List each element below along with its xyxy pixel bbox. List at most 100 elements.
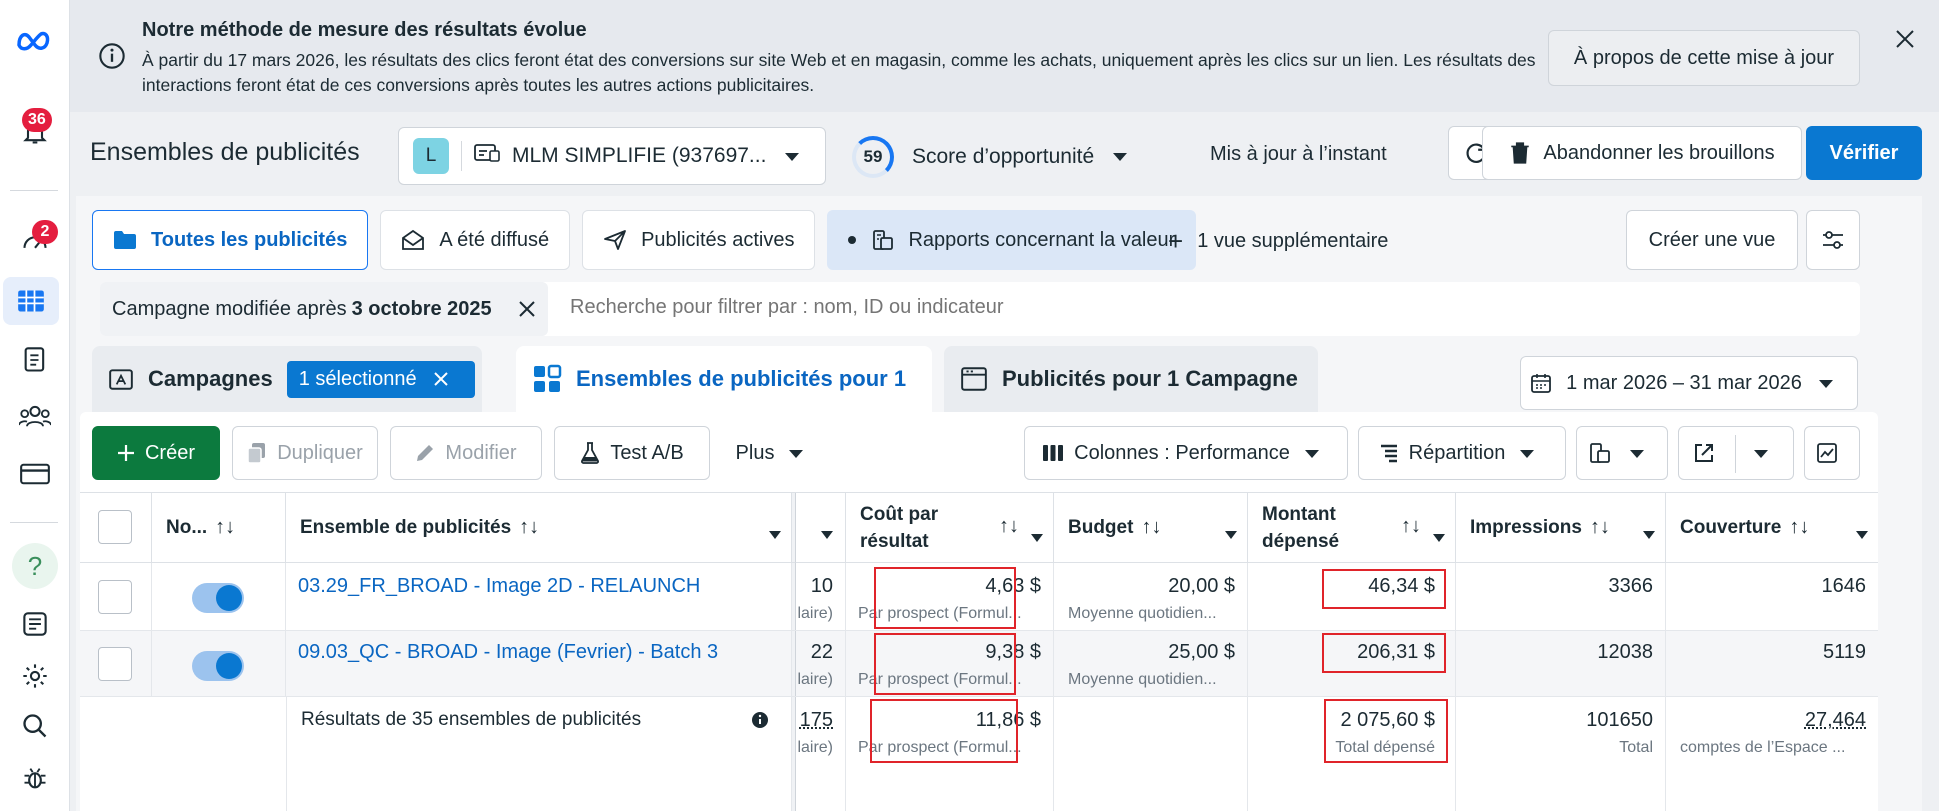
view-delivered[interactable]: A été diffusé bbox=[380, 210, 571, 270]
ads-manager-table-icon[interactable] bbox=[3, 277, 59, 325]
audiences-icon[interactable] bbox=[0, 392, 70, 440]
banner-text: À partir du 17 mars 2026, les résultats … bbox=[142, 50, 1536, 95]
verify-button[interactable]: Vérifier bbox=[1806, 126, 1922, 180]
col-header-impressions-label: Impressions bbox=[1470, 516, 1582, 538]
view-active-ads-label: Publicités actives bbox=[641, 228, 795, 251]
sort-icon: ↑↓ bbox=[1141, 516, 1162, 538]
col-header-impressions[interactable]: Impressions ↑↓ bbox=[1456, 493, 1666, 563]
chevron-down-icon bbox=[821, 523, 833, 545]
tab-ads[interactable]: Publicités pour 1 Campagne bbox=[944, 346, 1318, 412]
col-header-reach[interactable]: Couverture ↑↓ bbox=[1666, 493, 1878, 563]
info-icon bbox=[98, 42, 126, 76]
col-header-adset[interactable]: Ensemble de publicités ↑↓ bbox=[286, 493, 792, 563]
date-range-picker[interactable]: 1 mar 2026 – 31 mar 2026 bbox=[1520, 356, 1858, 410]
search-filter-input[interactable] bbox=[570, 296, 1770, 319]
col-header-budget[interactable]: Budget ↑↓ bbox=[1054, 493, 1248, 563]
close-banner-icon[interactable] bbox=[1890, 24, 1920, 54]
summary-results-value: 175 bbox=[799, 709, 833, 731]
chevron-down-icon bbox=[1519, 442, 1545, 465]
tab-adsets[interactable]: Ensembles de publicités pour 1 bbox=[516, 346, 932, 412]
col-header-delivery[interactable]: No... ↑↓ bbox=[152, 493, 286, 563]
info-icon[interactable] bbox=[751, 711, 769, 729]
rail-divider bbox=[10, 190, 58, 191]
reports-icon[interactable] bbox=[0, 336, 70, 384]
delivery-toggle[interactable] bbox=[192, 583, 244, 613]
clear-selection-icon[interactable] bbox=[433, 371, 463, 387]
summary-label-cell: Résultats de 35 ensembles de publicités bbox=[286, 697, 792, 811]
row-checkbox[interactable] bbox=[98, 580, 132, 614]
chevron-down-icon bbox=[1225, 523, 1237, 545]
summary-impressions-subtext: Total bbox=[1619, 739, 1653, 756]
view-active-ads[interactable]: Publicités actives bbox=[582, 210, 816, 270]
highlight-box bbox=[874, 567, 1016, 629]
export-button-group[interactable] bbox=[1678, 426, 1794, 480]
view-value-reports[interactable]: Rapports concernant la valeur bbox=[827, 210, 1197, 270]
create-view-button[interactable]: Créer une vue bbox=[1626, 210, 1798, 270]
view-settings-button[interactable] bbox=[1806, 210, 1860, 270]
select-all-header bbox=[80, 493, 152, 563]
filter-chip-prefix: Campagne modifiée après bbox=[112, 297, 347, 320]
budget-subtext: Moyenne quotidien... bbox=[1068, 671, 1217, 688]
row-reach-cell: 1646 bbox=[1666, 563, 1878, 630]
chevron-down-icon bbox=[1433, 523, 1445, 550]
left-rail: 36 2 ? bbox=[0, 0, 70, 811]
filter-chip[interactable]: Campagne modifiée après 3 octobre 2025 bbox=[100, 282, 548, 336]
col-header-cost-per-result[interactable]: Coût par résultat ↑↓ bbox=[846, 493, 1054, 563]
banner-title: Notre méthode de mesure des résultats év… bbox=[142, 19, 587, 41]
remove-filter-icon[interactable] bbox=[518, 300, 536, 318]
edit-button[interactable]: Modifier bbox=[390, 426, 542, 480]
discard-drafts-button[interactable]: Abandonner les brouillons bbox=[1482, 126, 1802, 180]
reports-dropdown[interactable] bbox=[1576, 426, 1668, 480]
meta-logo-icon[interactable] bbox=[0, 16, 70, 64]
col-header-amount-spent[interactable]: Montant dépensé ↑↓ bbox=[1248, 493, 1456, 563]
more-views-button[interactable]: + 1 vue supplémentaire bbox=[1168, 226, 1388, 257]
unsaved-dot bbox=[848, 236, 857, 244]
col-header-spent-label-1: Montant bbox=[1262, 503, 1336, 525]
breakdown-dropdown[interactable]: Répartition bbox=[1358, 426, 1566, 480]
opportunity-score-dropdown[interactable]: 59 Score d’opportunité bbox=[852, 136, 1128, 178]
highlight-box bbox=[1322, 569, 1446, 609]
delivery-toggle[interactable] bbox=[192, 651, 244, 681]
tab-campaigns-label: Campagnes bbox=[148, 366, 273, 391]
selected-count-pill[interactable]: 1 sélectionné bbox=[286, 360, 475, 398]
reach-value: 5119 bbox=[1822, 641, 1866, 663]
account-selector[interactable]: L MLM SIMPLIFIE (937697... bbox=[398, 127, 826, 185]
highlight-box bbox=[870, 699, 1018, 763]
settings-gear-icon[interactable] bbox=[0, 652, 70, 700]
columns-icon bbox=[1043, 445, 1064, 461]
col-header-cost-label-1: Coût par bbox=[860, 503, 939, 525]
send-icon bbox=[604, 230, 626, 250]
charts-button[interactable] bbox=[1804, 426, 1860, 480]
tab-ads-label: Publicités pour 1 Campagne bbox=[1002, 366, 1298, 391]
adset-name-link[interactable]: 09.03_QC - BROAD - Image (Fevrier) - Bat… bbox=[298, 641, 718, 664]
columns-dropdown[interactable]: Colonnes : Performance bbox=[1024, 426, 1348, 480]
row-results-cell: 10 laire) bbox=[796, 563, 846, 630]
help-button[interactable]: ? bbox=[0, 542, 70, 590]
sliders-icon bbox=[1823, 231, 1843, 249]
guide-book-icon[interactable] bbox=[0, 600, 70, 648]
filter-chip-value: 3 octobre 2025 bbox=[351, 297, 492, 320]
search-icon[interactable] bbox=[0, 702, 70, 750]
ab-test-button[interactable]: Test A/B bbox=[554, 426, 710, 480]
bug-report-icon[interactable] bbox=[0, 754, 70, 802]
col-header-cost-label-2: résultat bbox=[860, 530, 929, 552]
account-avatar: L bbox=[413, 138, 449, 174]
sort-icon: ↑↓ bbox=[1789, 516, 1810, 538]
row-name-cell: 03.29_FR_BROAD - Image 2D - RELAUNCH bbox=[286, 563, 792, 630]
more-actions-label: Plus bbox=[735, 441, 775, 464]
adset-name-link[interactable]: 03.29_FR_BROAD - Image 2D - RELAUNCH bbox=[298, 575, 700, 598]
chevron-down-icon bbox=[784, 145, 800, 168]
chevron-down-icon bbox=[1629, 442, 1655, 465]
duplicate-button[interactable]: Dupliquer bbox=[232, 426, 378, 480]
col-header-results[interactable] bbox=[796, 493, 846, 563]
tab-campaigns[interactable]: Campagnes 1 sélectionné bbox=[92, 346, 482, 412]
billing-card-icon[interactable] bbox=[0, 450, 70, 498]
row-checkbox[interactable] bbox=[98, 647, 132, 681]
sort-icon: ↑↓ bbox=[519, 516, 540, 538]
about-update-button[interactable]: À propos de cette mise à jour bbox=[1548, 30, 1860, 86]
create-button[interactable]: Créer bbox=[92, 426, 220, 480]
more-actions-button[interactable]: Plus bbox=[720, 426, 830, 480]
results-subtext: laire) bbox=[797, 605, 833, 622]
view-all-ads[interactable]: Toutes les publicités bbox=[92, 210, 369, 270]
select-all-checkbox[interactable] bbox=[98, 510, 132, 544]
